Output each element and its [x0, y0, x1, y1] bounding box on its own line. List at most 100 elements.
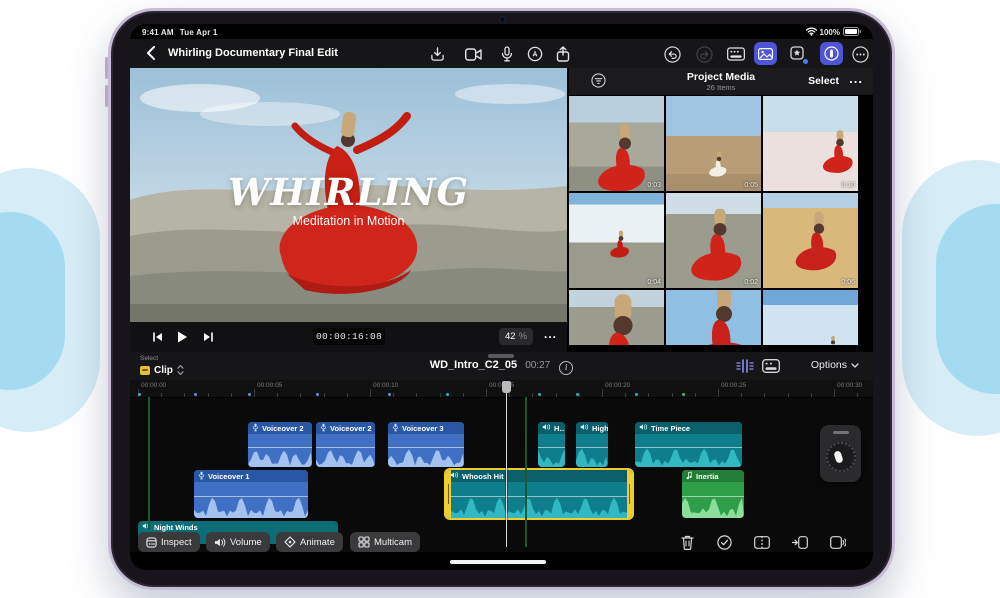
volume-button-down [105, 85, 108, 107]
ruler-timecode-label: 00:00:00 [141, 382, 167, 389]
media-thumbnail[interactable]: 0:04 [569, 193, 664, 288]
home-indicator[interactable] [450, 560, 546, 564]
media-more-button[interactable]: ... [849, 71, 863, 86]
clip-label: Inertia [696, 471, 719, 481]
clip-start-marker [635, 393, 638, 396]
playhead-line[interactable] [506, 381, 507, 547]
media-thumbnail[interactable]: 0:03 [569, 96, 664, 191]
trim-handle-right[interactable] [627, 470, 632, 518]
transport-more-button[interactable]: ... [544, 327, 557, 341]
info-icon[interactable]: i [559, 361, 574, 375]
ruler-tick [370, 389, 371, 397]
skip-forward-icon[interactable] [200, 329, 216, 345]
play-button[interactable] [174, 329, 190, 345]
insert-clip-icon[interactable] [791, 533, 809, 551]
undo-icon[interactable] [663, 45, 681, 63]
jog-wheel[interactable] [825, 442, 856, 472]
clip-duration-badge: 0:03 [647, 182, 661, 189]
timeline-clip[interactable]: Voiceover 3 [388, 422, 464, 467]
split-clip-icon[interactable] [753, 533, 771, 551]
mic-icon [320, 423, 327, 434]
timeline-header: Select Clip WD_Intro_C2_05 00:27 i Optio… [130, 352, 873, 380]
media-thumbnail[interactable]: 0:05 [666, 96, 761, 191]
media-thumbnail[interactable]: 0:02 [666, 193, 761, 288]
timeline: Select Clip WD_Intro_C2_05 00:27 i Optio… [130, 352, 873, 552]
trash-icon[interactable] [678, 533, 696, 551]
snapping-icon[interactable] [735, 357, 755, 375]
share-icon[interactable] [554, 45, 572, 63]
transport-bar: 00:00:16:08 42% ... [130, 322, 567, 352]
clip-start-marker [388, 393, 391, 396]
skip-back-icon[interactable] [150, 329, 166, 345]
detach-audio-icon[interactable] [829, 533, 847, 551]
clip-duration-badge: 0:06 [841, 279, 855, 286]
viewer-icon[interactable] [727, 45, 745, 63]
decor-blob-left-inner [0, 212, 65, 390]
ruler-tick [486, 389, 487, 397]
camera-icon[interactable] [464, 45, 482, 63]
ruler-tick [857, 393, 859, 397]
media-thumbnail[interactable] [569, 290, 664, 345]
ruler-tick [787, 393, 789, 397]
timeline-clip[interactable]: H… [538, 422, 565, 467]
ruler-tick [834, 389, 835, 397]
mic-icon [392, 423, 399, 434]
ruler-timecode-label: 00:00:10 [373, 382, 399, 389]
import-icon[interactable] [428, 45, 446, 63]
timeline-clip[interactable]: Voiceover 1 [194, 470, 308, 518]
video-preview: WHIRLING Meditation in Motion [130, 68, 567, 322]
ruler-timecode-label: 00:00:30 [837, 382, 863, 389]
playhead-handle[interactable] [502, 381, 511, 393]
content-library-icon[interactable] [786, 42, 809, 65]
timeline-clip[interactable]: High… [576, 422, 608, 467]
media-thumbnail[interactable] [763, 290, 858, 345]
battery-percent: 100% [819, 28, 840, 37]
inspector-icon[interactable] [820, 42, 843, 65]
media-thumbnail[interactable]: 0:06 [763, 193, 858, 288]
front-camera [498, 16, 506, 23]
selected-clip-duration: 00:27 [525, 360, 551, 371]
ruler-tick [718, 389, 719, 397]
clip-appearance-icon[interactable] [761, 357, 781, 375]
media-thumbnail[interactable] [666, 290, 761, 345]
animate-icon [284, 536, 296, 548]
ruler-tick [300, 393, 302, 397]
selected-clip-name: WD_Intro_C2_05 [429, 359, 518, 371]
more-icon[interactable] [851, 45, 869, 63]
media-browser-icon[interactable] [754, 42, 777, 65]
ruler-tick [532, 393, 534, 397]
zoom-level[interactable]: 42% [499, 328, 534, 345]
timeline-clip[interactable]: Inertia [682, 470, 744, 518]
options-button[interactable]: Options [811, 359, 859, 371]
media-thumbnail[interactable]: 0:10 [763, 96, 858, 191]
back-button[interactable] [146, 46, 156, 65]
annotate-icon[interactable] [526, 45, 544, 63]
inspect-button[interactable]: Inspect [138, 532, 200, 552]
redo-icon[interactable] [695, 45, 713, 63]
chevron-down-icon [851, 362, 859, 368]
clip-start-marker [538, 393, 541, 396]
timeline-clip[interactable]: Voiceover 2 [316, 422, 375, 467]
timecode-display[interactable]: 00:00:16:08 [313, 328, 385, 345]
check-circle-icon[interactable] [715, 533, 733, 551]
timeline-clip[interactable]: Voiceover 2 [248, 422, 312, 467]
ruler-timecode-label: 00:00:05 [257, 382, 283, 389]
clip-label: H… [554, 423, 565, 433]
trim-handle-left[interactable] [446, 470, 451, 518]
timeline-clip[interactable]: Whoosh Hit [446, 470, 632, 518]
jog-wheel-panel[interactable] [820, 425, 861, 482]
ruler-timecode-label: 00:00:20 [605, 382, 631, 389]
volume-button[interactable]: Volume [206, 532, 270, 552]
select-button[interactable]: Select [808, 75, 839, 87]
timeline-clip[interactable]: Time Piece [635, 422, 742, 467]
microphone-icon[interactable] [498, 45, 516, 63]
jog-drag-handle[interactable] [832, 431, 849, 434]
animate-button[interactable]: Animate [276, 532, 343, 552]
clip-duration-badge: 0:04 [647, 279, 661, 286]
jog-pointer-icon [832, 450, 844, 464]
timeline-resize-handle[interactable] [488, 354, 514, 358]
ruler-tick [439, 393, 441, 397]
bottom-toolbar: Inspect Volume Animate Multicam [130, 530, 873, 558]
date: Tue Apr 1 [179, 28, 218, 37]
multicam-button[interactable]: Multicam [350, 532, 421, 552]
